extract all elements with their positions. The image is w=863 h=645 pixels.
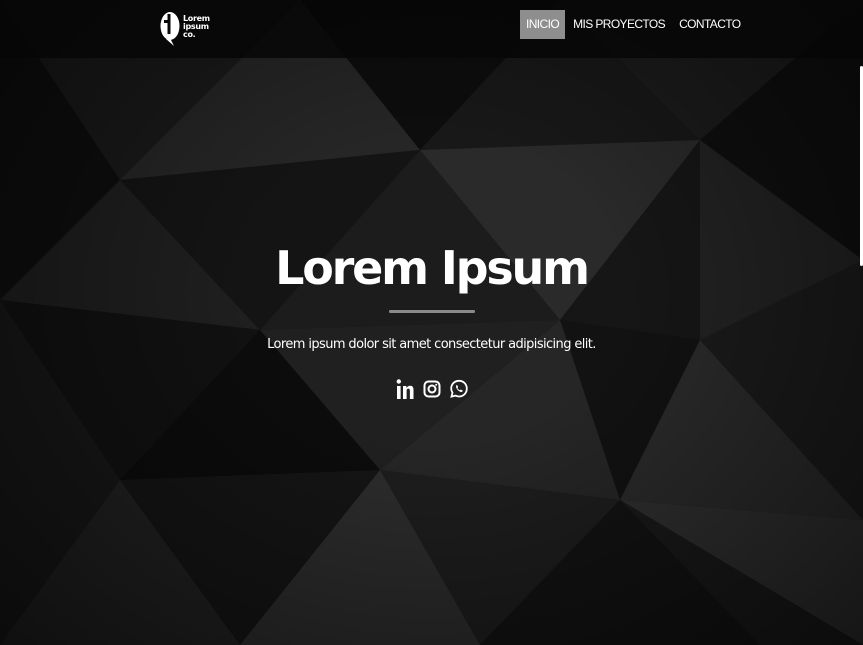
page: Lorem ipsum co. INICIO MIS PROYECTOS CON… — [0, 0, 863, 645]
whatsapp-icon — [449, 379, 468, 398]
instagram-link[interactable] — [423, 376, 441, 402]
brand-logo-icon — [160, 12, 180, 46]
nav-item-inicio[interactable]: INICIO — [520, 10, 566, 39]
hero-section: Lorem Ipsum Lorem ipsum dolor sit amet c… — [0, 236, 863, 402]
brand-logo[interactable]: Lorem ipsum co. — [160, 8, 210, 46]
brand-name: Lorem ipsum co. — [183, 15, 210, 39]
linkedin-icon — [396, 379, 413, 399]
main-nav: INICIO MIS PROYECTOS CONTACTO — [520, 10, 749, 39]
top-navbar: Lorem ipsum co. INICIO MIS PROYECTOS CON… — [0, 0, 863, 58]
brand-line-3: co. — [183, 30, 196, 39]
hero-subtitle: Lorem ipsum dolor sit amet consectetur a… — [267, 337, 596, 352]
social-links — [0, 376, 863, 402]
instagram-icon — [423, 380, 440, 398]
nav-item-contacto[interactable]: CONTACTO — [673, 10, 746, 39]
nav-item-mis-proyectos[interactable]: MIS PROYECTOS — [567, 10, 671, 39]
linkedin-link[interactable] — [396, 376, 414, 402]
hero-divider — [388, 310, 475, 313]
whatsapp-link[interactable] — [449, 376, 468, 402]
hero-title: Lorem Ipsum — [275, 241, 590, 295]
